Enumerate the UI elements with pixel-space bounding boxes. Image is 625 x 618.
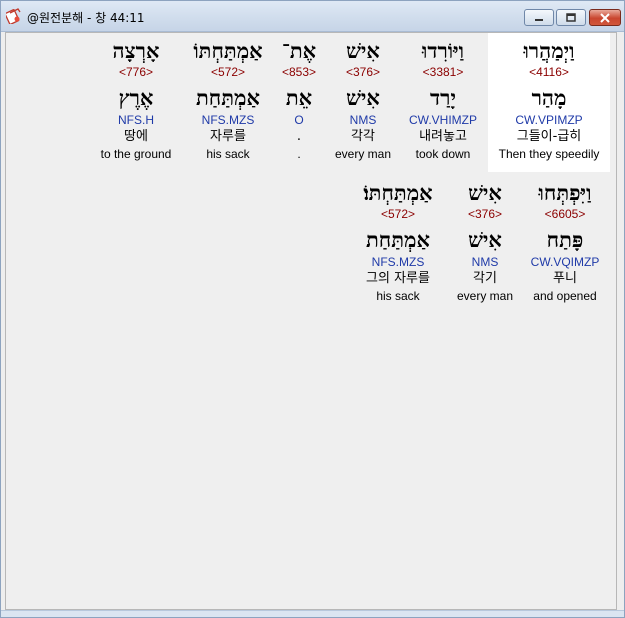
english-gloss: his sack [376,289,420,303]
strong-number[interactable]: <776> [84,64,188,80]
window-title: @원전분해 - 창 44:11 [27,11,145,25]
word-analysis-pane[interactable]: וַיְמַהֲרוּ <4116> מָהַר CW.VPIMZP 그들이-급… [5,32,617,610]
word-block[interactable]: אַמְתַּחְתּוֹ <572> אַמְתַּחַת NFS.MZS 자… [176,33,280,162]
minimize-icon [535,18,543,21]
hebrew-lemma: אַמְתַּחַת [366,227,430,252]
word-block[interactable]: וַיְמַהֲרוּ <4116> מָהַר CW.VPIMZP 그들이-급… [488,33,610,172]
parsing-code: NFS.H [118,113,154,127]
strong-number[interactable]: <572> [176,64,280,80]
english-gloss: Then they speedily [498,147,600,161]
strong-number[interactable]: <572> [346,206,450,222]
english-gloss: to the ground [100,147,172,161]
close-button[interactable] [589,9,621,26]
korean-gloss: 자루를 [210,129,246,144]
maximize-button[interactable] [556,9,586,26]
word-block[interactable]: אַמְתַּחְתּוֹ׃ <572> אַמְתַּחַת NFS.MZS … [346,175,450,304]
close-icon [600,12,610,23]
parsing-code: NFS.MZS [371,255,425,269]
app-window: @원전분해 - 창 44:11 וַיְמַהֲרוּ <4116> מָהַר… [0,0,625,618]
parsing-code: NFS.MZS [201,113,255,127]
hebrew-lemma: אֶרֶץ [118,85,154,110]
hebrew-word: אַמְתַּחְתּוֹ [193,38,263,63]
english-gloss: his sack [206,147,250,161]
window-bottom-border [1,610,624,617]
hebrew-lemma: אַמְתַּחַת [196,85,260,110]
hebrew-word: אַמְתַּחְתּוֹ׃ [363,180,433,205]
maximize-icon [566,12,576,22]
parsing-code: CW.VPIMZP [515,113,583,127]
strong-number[interactable]: <4116> [488,64,610,80]
hebrew-word: וַיְמַהֲרוּ [523,38,575,63]
minimize-button[interactable] [524,9,554,26]
app-logo-icon [6,8,21,24]
korean-gloss: 그의 자루를 [366,271,430,286]
korean-gloss: 그들이-급히 [516,129,582,144]
title-bar[interactable]: @원전분해 - 창 44:11 [1,1,624,32]
word-block[interactable]: אָרְצָה <776> אֶרֶץ NFS.H 땅에 to the grou… [84,33,188,162]
hebrew-lemma: מָהַר [531,85,567,110]
korean-gloss: 땅에 [124,129,148,144]
hebrew-word: אָרְצָה [112,38,160,63]
